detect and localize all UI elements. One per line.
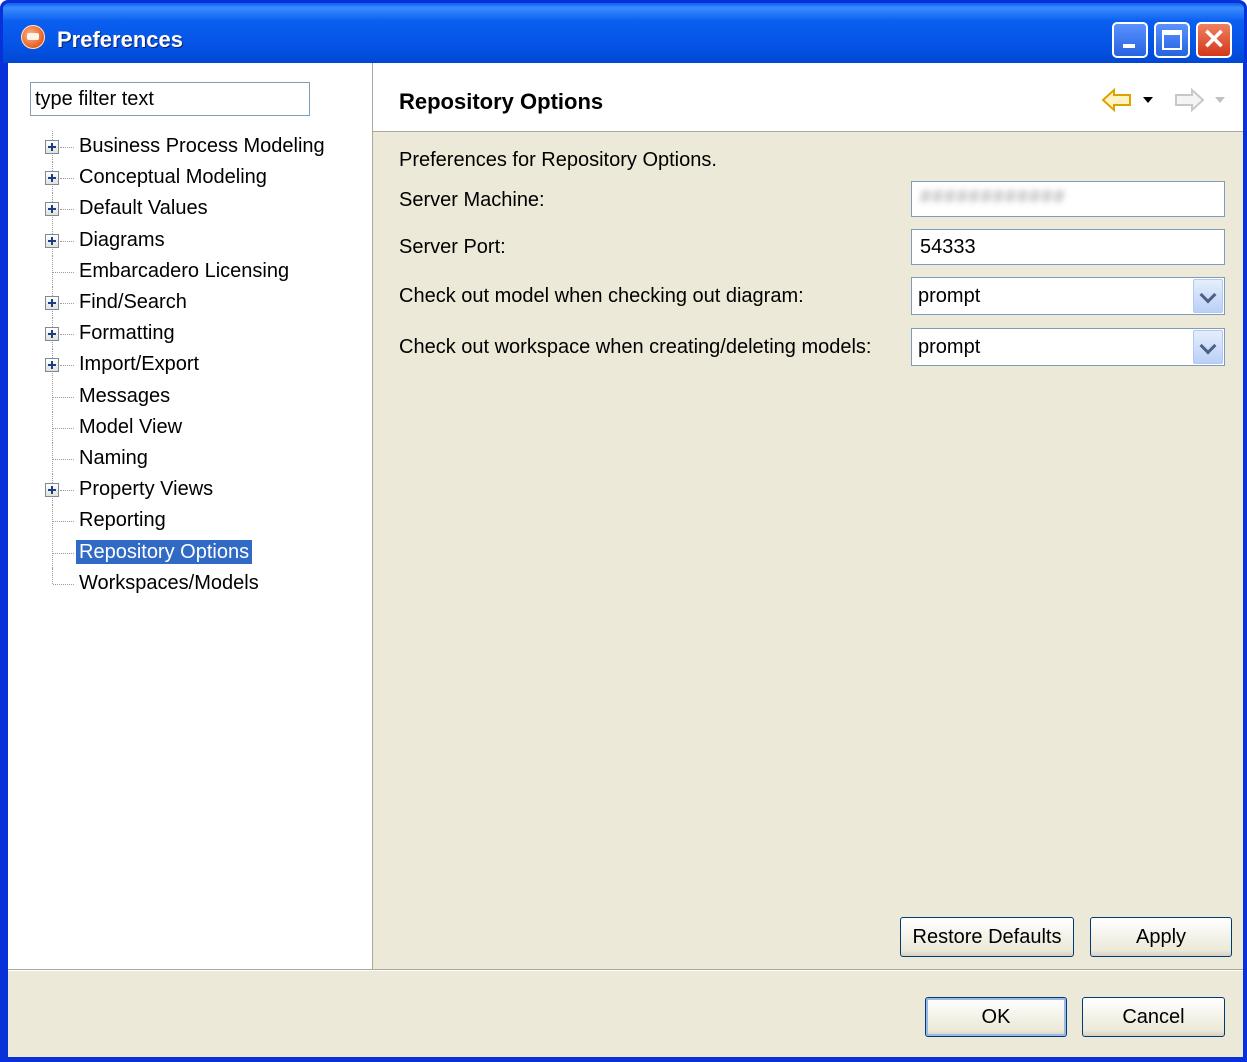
tree-item[interactable]: Diagrams: [8, 225, 372, 256]
close-button[interactable]: ×: [1196, 21, 1232, 58]
tree-connector-line: [60, 178, 74, 179]
tree-connector-line: [53, 428, 74, 429]
restore-defaults-button[interactable]: Restore Defaults: [900, 917, 1074, 957]
tree-item[interactable]: Default Values: [8, 193, 372, 224]
page-description: Preferences for Repository Options.: [399, 149, 717, 171]
tree-item-label: Model View: [79, 416, 183, 438]
tree-connector-line: [60, 303, 74, 304]
dialog-client-area: Business Process Modeling Conceptual Mode…: [8, 63, 1243, 1057]
tree-item-label: Property Views: [79, 478, 214, 500]
tree-item-label: Find/Search: [79, 291, 187, 313]
tree-connector-line: [53, 553, 74, 554]
window-title: Preferences: [57, 27, 183, 52]
tree-item[interactable]: Find/Search: [8, 287, 372, 318]
tree-item-label: Business Process Modeling: [79, 135, 325, 157]
tree-item[interactable]: Model View: [8, 412, 372, 443]
minimize-icon: [1123, 44, 1135, 48]
forward-history-dropdown-icon[interactable]: [1215, 97, 1225, 103]
page-header: Repository Options: [373, 63, 1243, 132]
tree-item-label: Reporting: [79, 509, 166, 531]
checkout-model-label: Check out model when checking out diagra…: [399, 285, 804, 307]
tree-item-label: Default Values: [79, 197, 208, 219]
tree-connector-line: [60, 365, 74, 366]
tree-item[interactable]: Formatting: [8, 318, 372, 349]
tree-connector-line: [53, 397, 74, 398]
apply-button[interactable]: Apply: [1090, 917, 1232, 957]
server-machine-value: ############: [920, 186, 1066, 208]
tree-item-label: Repository Options: [76, 540, 253, 564]
preference-page: Repository Options Preferences for Repos…: [373, 63, 1243, 969]
tree-connector-line: [53, 272, 74, 273]
tree-item-label: Embarcadero Licensing: [79, 260, 290, 282]
close-icon: ×: [1201, 21, 1227, 56]
chevron-down-icon: [1199, 286, 1217, 304]
filter-input[interactable]: [30, 82, 310, 116]
expand-plus-icon[interactable]: [45, 234, 59, 248]
title-bar[interactable]: Preferences ×: [3, 3, 1244, 63]
button-bar-separator: [8, 969, 1243, 971]
tree-item-label: Formatting: [79, 322, 175, 344]
tree-item-label: Diagrams: [79, 229, 165, 251]
tree-item[interactable]: Repository Options: [8, 537, 372, 568]
tree-item[interactable]: Import/Export: [8, 349, 372, 380]
checkout-workspace-dropdown-button[interactable]: [1193, 330, 1223, 364]
tree-connector-line: [53, 584, 74, 585]
preference-tree-pane: Business Process Modeling Conceptual Mode…: [8, 63, 373, 969]
checkout-workspace-select[interactable]: prompt: [911, 328, 1225, 366]
server-machine-label: Server Machine:: [399, 189, 545, 211]
tree-item[interactable]: Embarcadero Licensing: [8, 256, 372, 287]
tree-item[interactable]: Messages: [8, 381, 372, 412]
tree-connector-line: [60, 209, 74, 210]
checkout-model-value: prompt: [918, 285, 981, 307]
tree-item-label: Naming: [79, 447, 148, 469]
tree-item[interactable]: Business Process Modeling: [8, 131, 372, 162]
tree-connector-line: [60, 147, 74, 148]
tree-item[interactable]: Conceptual Modeling: [8, 162, 372, 193]
checkout-workspace-label: Check out workspace when creating/deleti…: [399, 336, 872, 358]
checkout-model-dropdown-button[interactable]: [1193, 279, 1223, 313]
expand-plus-icon[interactable]: [45, 296, 59, 310]
tree-item-label: Messages: [79, 385, 171, 407]
expand-plus-icon[interactable]: [45, 483, 59, 497]
expand-plus-icon[interactable]: [45, 327, 59, 341]
server-port-label: Server Port:: [399, 236, 506, 258]
tree-item-label: Conceptual Modeling: [79, 166, 267, 188]
forward-arrow-icon[interactable]: [1173, 87, 1205, 113]
tree-item[interactable]: Property Views: [8, 474, 372, 505]
expand-plus-icon[interactable]: [45, 202, 59, 216]
maximize-icon: [1162, 30, 1182, 50]
tree-connector-line: [53, 459, 74, 460]
tree-connector-line: [52, 568, 53, 584]
preferences-app-icon: [21, 25, 45, 49]
tree-item-label: Import/Export: [79, 353, 200, 375]
checkout-model-select[interactable]: prompt: [911, 277, 1225, 315]
expand-plus-icon[interactable]: [45, 140, 59, 154]
tree-item[interactable]: Naming: [8, 443, 372, 474]
back-arrow-icon[interactable]: [1101, 87, 1133, 113]
page-title: Repository Options: [399, 89, 604, 114]
expand-plus-icon[interactable]: [45, 358, 59, 372]
server-port-field[interactable]: [911, 229, 1225, 265]
tree-connector-line: [60, 241, 74, 242]
tree-connector-line: [60, 334, 74, 335]
maximize-button[interactable]: [1154, 22, 1190, 58]
tree-item[interactable]: Reporting: [8, 505, 372, 536]
back-history-dropdown-icon[interactable]: [1143, 97, 1153, 103]
checkout-workspace-value: prompt: [918, 336, 981, 358]
ok-button[interactable]: OK: [925, 997, 1067, 1037]
expand-plus-icon[interactable]: [45, 171, 59, 185]
tree-connector-line: [60, 490, 74, 491]
tree-item[interactable]: Workspaces/Models: [8, 568, 372, 599]
tree-connector-line: [53, 521, 74, 522]
cancel-button[interactable]: Cancel: [1082, 997, 1225, 1037]
tree-item-label: Workspaces/Models: [79, 572, 259, 594]
server-machine-field[interactable]: ############: [911, 181, 1225, 217]
preferences-window: Preferences × Business Process Modeling C…: [0, 0, 1247, 1062]
chevron-down-icon: [1199, 337, 1217, 355]
minimize-button[interactable]: [1112, 22, 1148, 58]
